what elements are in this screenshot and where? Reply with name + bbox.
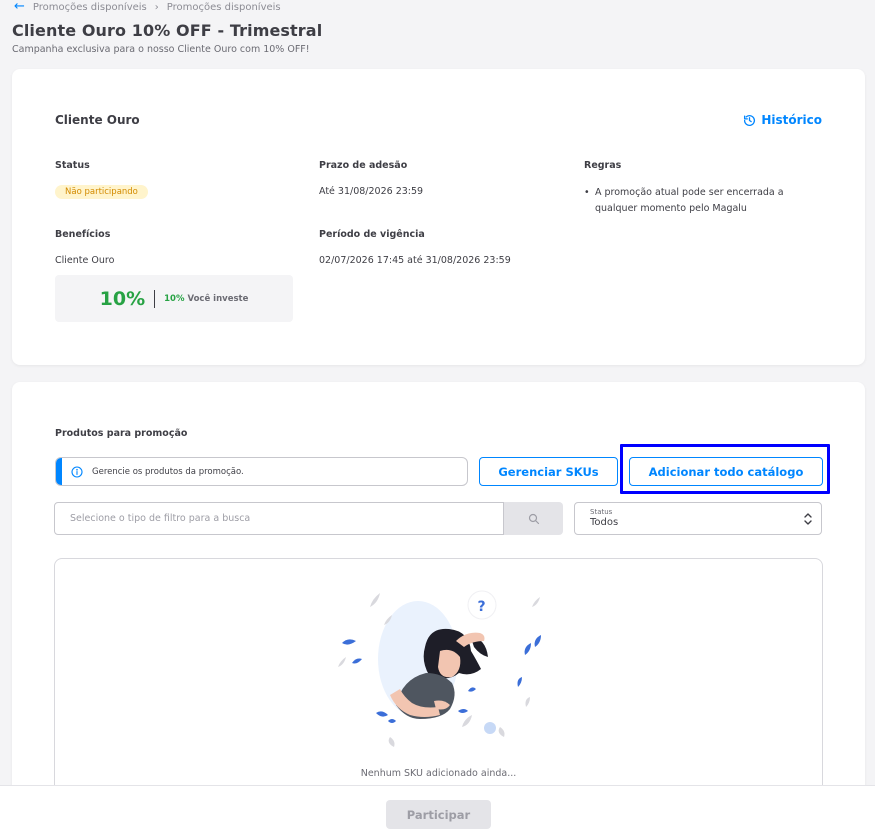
info-alert: Gerencie os produtos da promoção. xyxy=(55,457,468,486)
status-select-value: Todos xyxy=(590,517,619,528)
benefit-percent: 10% xyxy=(99,287,146,310)
products-card: Produtos para promoção Gerencie os produ… xyxy=(12,382,865,818)
status-badge: Não participando xyxy=(55,185,148,199)
svg-text:?: ? xyxy=(478,599,486,615)
products-title: Produtos para promoção xyxy=(55,428,188,439)
participate-button[interactable]: Participar xyxy=(386,800,491,829)
manage-skus-button[interactable]: Gerenciar SKUs xyxy=(479,457,618,486)
chevron-right-icon: › xyxy=(154,1,159,13)
benefit-invest-percent: 10% xyxy=(164,293,185,304)
promotion-details-card: Cliente Ouro Histórico Status Não partic… xyxy=(12,69,865,365)
info-alert-text: Gerencie os produtos da promoção. xyxy=(92,466,244,477)
arrow-left-icon[interactable]: ← xyxy=(14,0,25,13)
status-select[interactable]: Status Todos xyxy=(574,502,822,535)
benefit-invest-text: Você investe xyxy=(187,293,249,304)
period-value: 02/07/2026 17:45 até 31/08/2026 23:59 xyxy=(319,255,511,266)
deadline-value: Até 31/08/2026 23:59 xyxy=(319,186,424,197)
info-alert-bar xyxy=(56,458,62,485)
history-label: Histórico xyxy=(761,113,822,127)
rules-label: Regras xyxy=(584,160,622,171)
benefits-name: Cliente Ouro xyxy=(55,255,115,266)
breadcrumb-item-promocoes[interactable]: Promoções disponíveis xyxy=(33,2,147,13)
status-select-label: Status xyxy=(590,508,613,516)
benefits-label: Benefícios xyxy=(55,229,111,240)
empty-state: ? Nenhum SKU adicionado ainda... xyxy=(54,558,823,818)
breadcrumb: ← Promoções disponíveis › Promoções disp… xyxy=(14,0,281,14)
rule-item: A promoção atual pode ser encerrada a qu… xyxy=(582,185,812,217)
history-link[interactable]: Histórico xyxy=(743,113,822,127)
info-icon xyxy=(71,465,83,478)
search-icon xyxy=(528,513,539,524)
history-icon xyxy=(744,114,756,126)
empty-illustration: ? xyxy=(338,590,541,747)
page-title: Cliente Ouro 10% OFF - Trimestral xyxy=(12,21,323,40)
details-title: Cliente Ouro xyxy=(55,113,140,127)
page-subtitle: Campanha exclusiva para o nosso Cliente … xyxy=(12,44,310,55)
search-input[interactable] xyxy=(54,502,504,535)
search-button[interactable] xyxy=(504,502,563,535)
breadcrumb-item-current: Promoções disponíveis xyxy=(166,1,281,13)
rules-list: A promoção atual pode ser encerrada a qu… xyxy=(582,185,812,217)
deadline-label: Prazo de adesão xyxy=(319,160,408,171)
status-label: Status xyxy=(55,160,90,171)
empty-text: Nenhum SKU adicionado ainda... xyxy=(360,768,517,779)
footer-bar: Participar xyxy=(0,785,875,839)
benefit-box: 10% 10% Você investe xyxy=(55,275,293,322)
benefit-invest: 10% Você investe xyxy=(164,294,248,304)
benefit-divider xyxy=(154,289,156,308)
period-label: Período de vigência xyxy=(319,229,425,240)
add-catalog-button[interactable]: Adicionar todo catálogo xyxy=(629,457,823,486)
chevron-updown-icon xyxy=(804,513,812,525)
